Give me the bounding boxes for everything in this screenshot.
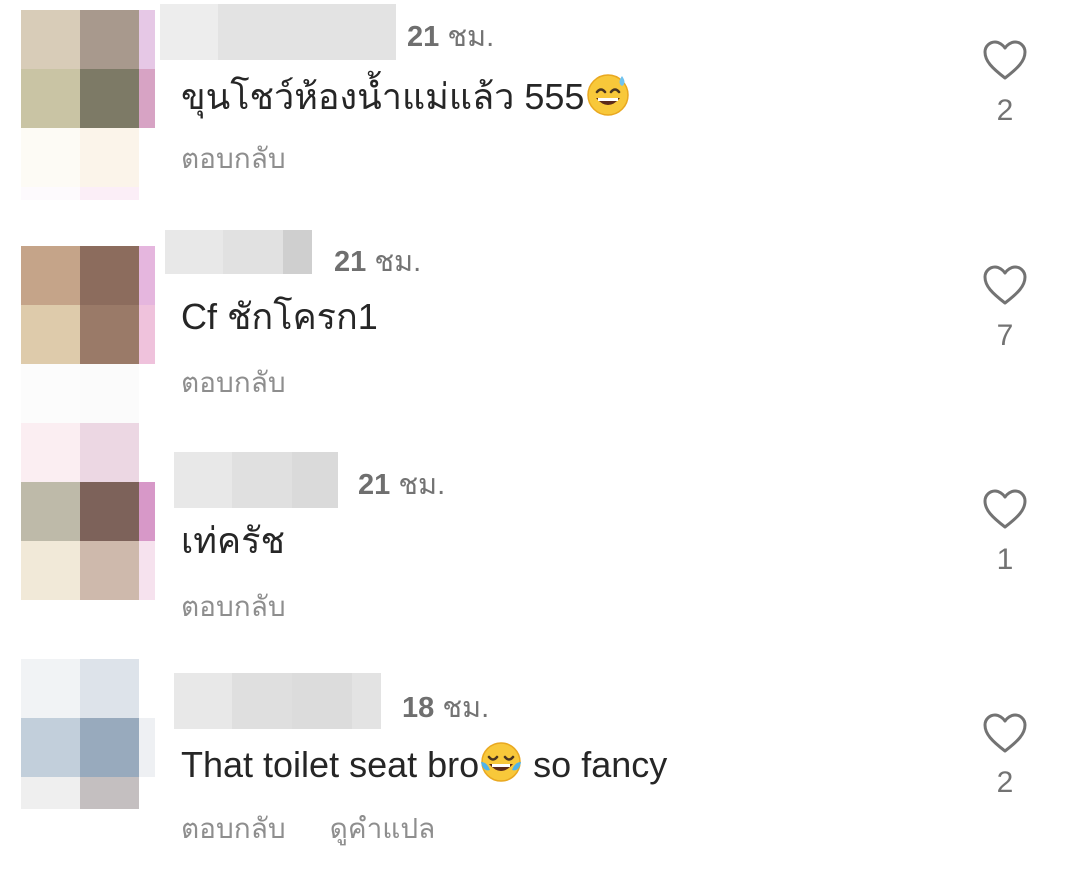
comment-actions: ตอบกลับ — [181, 361, 286, 405]
like-count: 1 — [996, 543, 1014, 576]
comment-text: Cf ชักโครก1 — [181, 296, 378, 337]
comment-item: 18 ชม. That toilet seat bro so fancy ตอบ… — [0, 659, 1080, 877]
username-blurred[interactable] — [165, 230, 312, 274]
avatar[interactable] — [21, 423, 155, 600]
comment-text: That toilet seat bro so fancy — [181, 740, 667, 787]
comment-item: 21 ชม. ขุนโชว์ห้องน้ำแม่แล้ว 555 ตอบกลับ… — [0, 0, 1080, 224]
comment-actions: ตอบกลับ — [181, 585, 286, 629]
comment-text: ขุนโชว์ห้องน้ำแม่แล้ว 555 — [181, 72, 630, 119]
heart-outline-icon[interactable] — [982, 264, 1028, 306]
reply-button[interactable]: ตอบกลับ — [181, 367, 286, 398]
comment-text: เท่ครัช — [181, 520, 285, 561]
heart-outline-icon[interactable] — [982, 712, 1028, 754]
comment-time: 21 ชม. — [334, 246, 422, 278]
comment-item: 21 ชม. เท่ครัช ตอบกลับ 1 — [0, 423, 1080, 672]
like-count: 2 — [996, 766, 1014, 799]
reply-button[interactable]: ตอบกลับ — [181, 813, 286, 844]
comment-item: 21 ชม. Cf ชักโครก1 ตอบกลับ 7 — [0, 224, 1080, 448]
sweat-smile-emoji — [587, 74, 630, 116]
username-blurred[interactable] — [174, 673, 381, 729]
comment-time: 18 ชม. — [402, 692, 490, 724]
comment-actions: ตอบกลับ ดูคำแปล — [181, 807, 435, 851]
reply-button[interactable]: ตอบกลับ — [181, 591, 286, 622]
comment-time: 21 ชม. — [358, 469, 446, 501]
like-count: 2 — [996, 94, 1014, 127]
avatar[interactable] — [21, 10, 155, 200]
see-translation-button[interactable]: ดูคำแปล — [330, 813, 436, 844]
username-blurred[interactable] — [160, 4, 396, 60]
tears-of-joy-emoji — [481, 742, 522, 782]
heart-outline-icon[interactable] — [982, 39, 1028, 81]
comment-time: 21 ชม. — [407, 21, 495, 53]
like-count: 7 — [996, 319, 1014, 352]
comment-actions: ตอบกลับ — [181, 137, 286, 181]
avatar[interactable] — [21, 246, 155, 436]
reply-button[interactable]: ตอบกลับ — [181, 143, 286, 174]
heart-outline-icon[interactable] — [982, 488, 1028, 530]
username-blurred[interactable] — [174, 452, 338, 508]
avatar[interactable] — [21, 659, 155, 809]
